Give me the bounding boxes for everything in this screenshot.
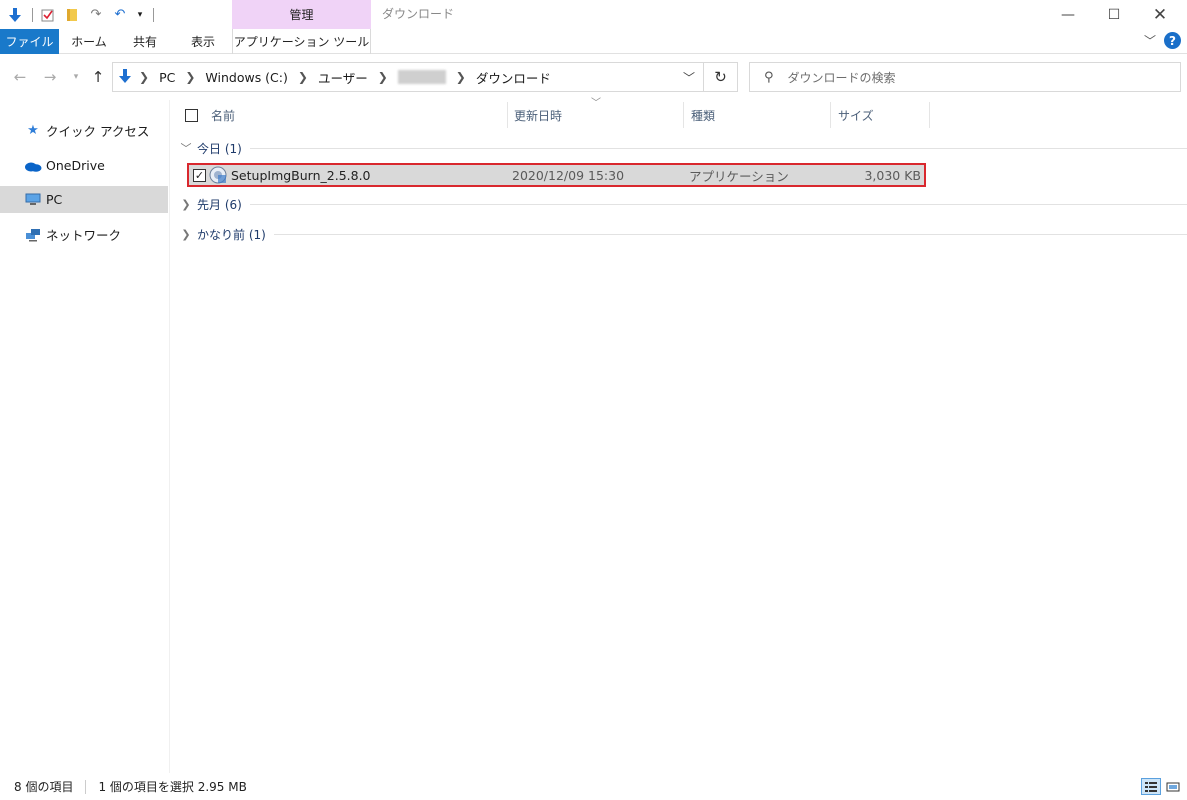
breadcrumb-windows-c[interactable]: Windows (C:)	[205, 70, 287, 85]
back-arrow-icon[interactable]: ←	[10, 67, 30, 87]
breadcrumb-separator-icon: ❯	[185, 70, 196, 84]
breadcrumb-separator-icon: ❯	[377, 70, 388, 84]
group-header-last-month[interactable]: ❯ 先月 (6)	[171, 194, 1187, 214]
tab-share[interactable]: 共有	[118, 29, 172, 54]
properties-checkmark-icon[interactable]	[39, 6, 57, 24]
file-type: アプリケーション	[689, 168, 789, 184]
checkmark-icon: ✓	[193, 168, 206, 182]
nav-item-onedrive[interactable]: OneDrive	[0, 152, 168, 179]
nav-item-label: OneDrive	[46, 158, 105, 173]
search-icon: ⚲	[764, 69, 774, 85]
download-arrow-icon[interactable]	[6, 6, 24, 24]
toolbar-separator	[153, 7, 154, 22]
group-divider-line	[273, 233, 1187, 235]
breadcrumb-downloads[interactable]: ダウンロード	[476, 68, 551, 87]
group-divider-line	[249, 147, 1187, 149]
cloud-icon	[24, 160, 42, 172]
column-divider[interactable]	[830, 102, 831, 128]
address-bar[interactable]: ❯ PC ❯ Windows (C:) ❯ ユーザー ❯ ❯ ダウンロード ﹀	[112, 62, 704, 92]
group-header-today[interactable]: ﹀ 今日 (1)	[171, 138, 1187, 158]
group-label: かなり前 (1)	[197, 227, 266, 242]
address-history-dropdown-icon[interactable]: ﹀	[683, 69, 695, 86]
details-view-icon[interactable]	[1141, 778, 1161, 795]
help-icon[interactable]: ?	[1164, 32, 1181, 49]
maximize-icon[interactable]: ☐	[1091, 0, 1137, 29]
navigation-pane: ★ クイック アクセス OneDrive PC ネットワーク	[0, 100, 170, 773]
sort-indicator-chevron-icon: ﹀	[591, 98, 601, 109]
group-collapsed-chevron-icon: ❯	[181, 197, 191, 211]
table-row[interactable]: ✓ SetupImgBurn_2.5.8.0 2020/12/09 15:30 …	[187, 163, 926, 187]
customize-toolbar-dropdown-icon[interactable]: ▾	[135, 6, 145, 24]
recent-locations-chevron-icon[interactable]: ▾	[66, 67, 86, 87]
network-icon	[24, 228, 42, 242]
file-modified: 2020/12/09 15:30	[512, 167, 625, 183]
column-divider[interactable]	[683, 102, 684, 128]
group-label: 先月 (6)	[197, 197, 242, 212]
redo-icon[interactable]: ↷	[87, 6, 105, 24]
forward-arrow-icon[interactable]: →	[40, 67, 60, 87]
nav-item-network[interactable]: ネットワーク	[0, 221, 168, 248]
nav-item-quick-access[interactable]: ★ クイック アクセス	[0, 117, 168, 144]
column-divider[interactable]	[507, 102, 508, 128]
ribbon-right-controls: ﹀ ?	[1144, 32, 1181, 49]
breadcrumb-user-redacted[interactable]	[397, 70, 446, 84]
status-divider	[85, 779, 87, 794]
toolbar-separator	[32, 7, 33, 22]
nav-item-label: ネットワーク	[46, 228, 122, 243]
expand-ribbon-chevron-icon[interactable]: ﹀	[1144, 32, 1156, 49]
tab-home[interactable]: ホーム	[62, 29, 116, 54]
column-divider[interactable]	[929, 102, 930, 128]
column-header-modified[interactable]: 更新日時	[514, 100, 562, 130]
status-selection-info: 1 個の項目を選択 2.95 MB	[98, 780, 247, 794]
new-folder-icon[interactable]	[63, 6, 81, 24]
star-icon: ★	[27, 123, 39, 138]
view-mode-buttons	[1141, 778, 1183, 795]
group-header-long-ago[interactable]: ❯ かなり前 (1)	[171, 224, 1187, 244]
status-bar: 8 個の項目 1 個の項目を選択 2.95 MB	[0, 773, 1187, 800]
breadcrumb-users[interactable]: ユーザー	[318, 68, 368, 87]
select-all-checkbox[interactable]	[185, 100, 198, 130]
search-placeholder: ダウンロードの検索	[787, 70, 896, 85]
checkbox[interactable]	[185, 108, 198, 122]
file-size: 3,030 KB	[864, 167, 921, 183]
up-arrow-icon[interactable]: ↑	[88, 67, 108, 87]
nav-item-label: PC	[46, 192, 63, 207]
window-title: ダウンロード	[382, 7, 455, 21]
group-expanded-chevron-icon: ﹀	[180, 142, 192, 155]
quick-access-toolbar: ↷ ↶ ▾	[0, 0, 160, 29]
minimize-icon[interactable]: —	[1045, 0, 1091, 29]
ribbon-tabs: ファイル ホーム 共有 表示 アプリケーション ツール ﹀ ?	[0, 29, 1187, 54]
close-icon[interactable]: ✕	[1137, 0, 1183, 29]
application-installer-icon	[209, 165, 227, 185]
tab-view[interactable]: 表示	[174, 29, 232, 54]
file-list-pane: ﹀ 名前 更新日時 種類 サイズ ﹀ 今日 (1) ✓ SetupImgBurn…	[171, 98, 1187, 773]
column-header-type[interactable]: 種類	[691, 100, 715, 130]
tab-application-tools[interactable]: アプリケーション ツール	[232, 29, 371, 54]
breadcrumb-separator-icon: ❯	[455, 70, 466, 84]
undo-icon[interactable]: ↶	[111, 6, 129, 24]
tab-file[interactable]: ファイル	[0, 29, 59, 54]
nav-item-label: クイック アクセス	[46, 124, 150, 139]
search-input[interactable]: ⚲ ダウンロードの検索	[749, 62, 1181, 92]
group-label: 今日 (1)	[197, 141, 242, 156]
file-name[interactable]: SetupImgBurn_2.5.8.0	[231, 165, 371, 185]
context-tab-group-label: 管理	[232, 0, 371, 29]
computer-icon	[24, 193, 42, 206]
title-bar: ↷ ↶ ▾ 管理 ダウンロード — ☐ ✕	[0, 0, 1187, 29]
group-collapsed-chevron-icon: ❯	[181, 227, 191, 241]
breadcrumb-separator-icon: ❯	[139, 70, 150, 84]
downloads-location-icon	[119, 68, 131, 86]
large-icons-view-icon[interactable]	[1163, 778, 1183, 795]
group-divider-line	[249, 203, 1187, 205]
status-item-count: 8 個の項目	[14, 780, 74, 794]
breadcrumb-pc[interactable]: PC	[159, 70, 175, 85]
column-header-name[interactable]: 名前	[211, 100, 235, 130]
refresh-icon[interactable]: ↻	[704, 62, 738, 92]
row-checkbox[interactable]: ✓	[193, 165, 206, 185]
breadcrumb-separator-icon: ❯	[297, 70, 308, 84]
nav-item-pc[interactable]: PC	[0, 186, 168, 213]
column-header-size[interactable]: サイズ	[838, 100, 874, 130]
